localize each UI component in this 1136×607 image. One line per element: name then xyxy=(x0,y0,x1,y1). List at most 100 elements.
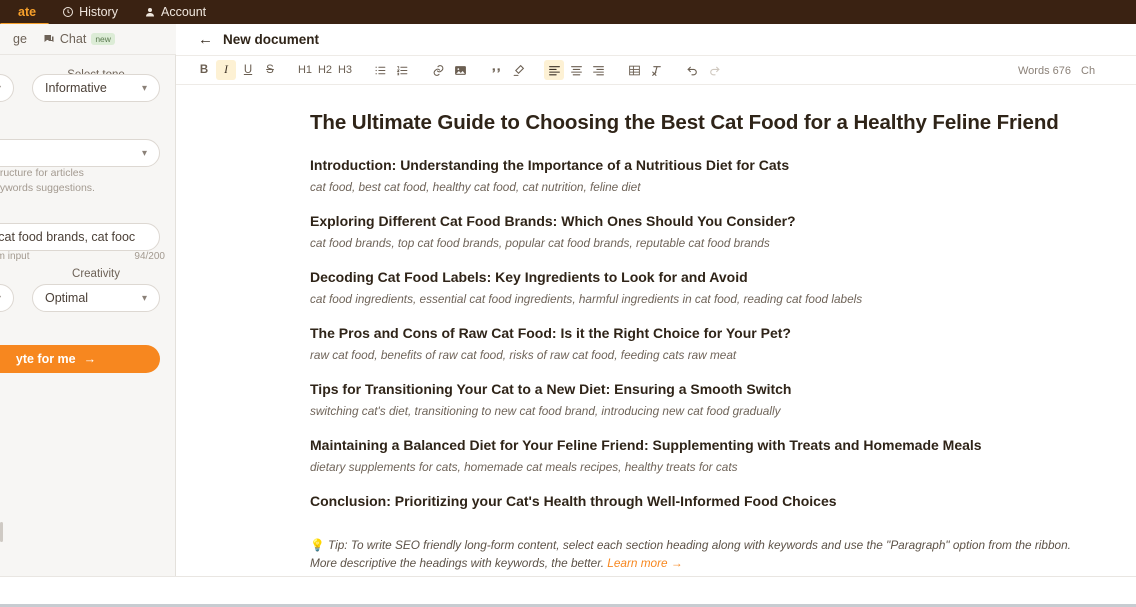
top-nav-generate-label: ate xyxy=(18,5,37,19)
document-header: ← New document xyxy=(176,24,1136,55)
back-arrow-icon[interactable]: ← xyxy=(198,32,213,47)
article-section[interactable]: Maintaining a Balanced Diet for Your Fel… xyxy=(310,437,1096,474)
chevron-down-icon: ▾ xyxy=(141,147,147,159)
highlighter-button[interactable] xyxy=(508,60,528,80)
sidebar-tab-chat-label: Chat xyxy=(59,32,87,46)
strikethrough-button[interactable]: S xyxy=(260,60,280,80)
bold-button[interactable]: B xyxy=(194,60,214,80)
link-button[interactable] xyxy=(428,60,448,80)
creativity-select-value: Optimal xyxy=(45,291,89,305)
article-section[interactable]: Exploring Different Cat Food Brands: Whi… xyxy=(310,213,1096,250)
creativity-label: Creativity xyxy=(72,268,120,280)
align-center-button[interactable] xyxy=(566,60,586,80)
sidebar-scrollbar[interactable] xyxy=(0,522,3,542)
numbered-list-button[interactable] xyxy=(392,60,412,80)
account-person-icon xyxy=(144,6,156,18)
heading-3-button[interactable]: H3 xyxy=(336,60,354,80)
top-nav-generate[interactable]: ate xyxy=(0,0,50,26)
outline-helper-line-2: d keywords suggestions. xyxy=(0,182,95,195)
section-heading[interactable]: Introduction: Understanding the Importan… xyxy=(310,157,1096,173)
quote-button[interactable] xyxy=(486,60,506,80)
sidebar-tab-bar: ge Chat new xyxy=(0,24,176,55)
history-clock-icon xyxy=(62,6,74,18)
arrow-right-icon: → xyxy=(83,352,97,366)
creativity-select[interactable]: Optimal ▾ xyxy=(32,284,160,312)
bullet-list-button[interactable] xyxy=(370,60,390,80)
learn-more-link[interactable]: Learn more → xyxy=(607,556,682,570)
editor-toolbar: B I U S H1 H2 H3 Words 676 Ch xyxy=(176,55,1136,85)
app-root: ate History Account ge Chat new Informat… xyxy=(0,0,1136,607)
chevron-down-icon: ▾ xyxy=(0,83,1,94)
undo-button[interactable] xyxy=(682,60,702,80)
document-title[interactable]: New document xyxy=(223,32,319,47)
outline-helper-text: nt structure for articles d keywords sug… xyxy=(0,166,95,196)
heading-1-button[interactable]: H1 xyxy=(296,60,314,80)
section-keywords[interactable]: switching cat's diet, transitioning to n… xyxy=(310,404,1096,418)
sidebar-tab-chat[interactable]: Chat new xyxy=(35,32,123,46)
section-keywords[interactable]: cat food ingredients, essential cat food… xyxy=(310,292,1096,306)
chat-new-badge: new xyxy=(91,33,115,45)
keywords-hint: aximum input xyxy=(0,251,30,262)
word-count-area: Words 676 Ch xyxy=(1018,56,1136,86)
sidebar-tab-image-label: ge xyxy=(13,32,27,46)
seo-tip-text: Tip: To write SEO friendly long-form con… xyxy=(310,538,1071,570)
top-navigation-bar: ate History Account xyxy=(0,0,1136,26)
section-heading[interactable]: Exploring Different Cat Food Brands: Whi… xyxy=(310,213,1096,229)
underline-button[interactable]: U xyxy=(238,60,258,80)
table-button[interactable] xyxy=(624,60,644,80)
top-nav-history[interactable]: History xyxy=(49,0,131,24)
section-heading[interactable]: Maintaining a Balanced Diet for Your Fel… xyxy=(310,437,1096,453)
chevron-down-icon: ▾ xyxy=(141,82,147,94)
outline-helper-line-1: nt structure for articles xyxy=(0,167,84,179)
creativity-secondary-select[interactable]: ▾ xyxy=(0,284,14,312)
section-keywords[interactable]: cat food brands, top cat food brands, po… xyxy=(310,236,1096,250)
image-button[interactable] xyxy=(450,60,470,80)
keywords-input[interactable]: food, cat food brands, cat fooc xyxy=(0,223,160,251)
top-nav-items: ate History Account xyxy=(0,0,219,26)
top-nav-history-label: History xyxy=(79,5,118,19)
align-right-button[interactable] xyxy=(588,60,608,80)
section-keywords[interactable]: dietary supplements for cats, homemade c… xyxy=(310,460,1096,474)
section-heading[interactable]: Decoding Cat Food Labels: Key Ingredient… xyxy=(310,269,1096,285)
bottom-strip xyxy=(0,576,1136,607)
section-heading[interactable]: Conclusion: Prioritizing your Cat's Heal… xyxy=(310,493,1096,509)
article-section[interactable]: Tips for Transitioning Your Cat to a New… xyxy=(310,381,1096,418)
article-section[interactable]: Decoding Cat Food Labels: Key Ingredient… xyxy=(310,269,1096,306)
keywords-character-count: 94/200 xyxy=(134,251,165,262)
redo-button[interactable] xyxy=(704,60,724,80)
tone-select[interactable]: Informative ▾ xyxy=(32,74,160,102)
document-canvas[interactable]: The Ultimate Guide to Choosing the Best … xyxy=(176,85,1136,576)
generate-submit-button[interactable]: yte for me → xyxy=(0,345,160,373)
generate-submit-label: yte for me xyxy=(15,352,76,366)
keywords-input-value: food, cat food brands, cat fooc xyxy=(0,230,136,244)
sidebar-tab-image[interactable]: ge xyxy=(0,32,35,46)
article-section[interactable]: Introduction: Understanding the Importan… xyxy=(310,157,1096,194)
section-heading[interactable]: Tips for Transitioning Your Cat to a New… xyxy=(310,381,1096,397)
section-keywords[interactable]: cat food, best cat food, healthy cat foo… xyxy=(310,180,1096,194)
italic-button[interactable]: I xyxy=(216,60,236,80)
keywords-meta: aximum input 94/200 xyxy=(0,251,165,262)
lightbulb-icon: 💡 xyxy=(310,538,325,552)
top-nav-account[interactable]: Account xyxy=(131,0,219,24)
generator-sidebar: Select tone ▾ Informative ▾ utline ▾ nt … xyxy=(0,55,176,576)
tone-select-value: Informative xyxy=(45,81,107,95)
top-nav-account-label: Account xyxy=(160,5,207,19)
chevron-down-icon: ▾ xyxy=(141,292,147,304)
word-count-label: Words 676 xyxy=(1018,65,1071,77)
character-count-label: Ch xyxy=(1081,65,1096,77)
align-left-button[interactable] xyxy=(544,60,564,80)
clear-format-button[interactable] xyxy=(646,60,666,80)
language-select[interactable]: ▾ xyxy=(0,74,14,102)
chevron-down-icon: ▾ xyxy=(0,293,1,304)
document-content[interactable]: The Ultimate Guide to Choosing the Best … xyxy=(176,85,1136,576)
outline-select[interactable]: utline ▾ xyxy=(0,139,160,167)
article-section[interactable]: The Pros and Cons of Raw Cat Food: Is it… xyxy=(310,325,1096,362)
heading-2-button[interactable]: H2 xyxy=(316,60,334,80)
document-editor: ← New document B I U S H1 H2 H3 Words 67… xyxy=(176,24,1136,576)
section-heading[interactable]: The Pros and Cons of Raw Cat Food: Is it… xyxy=(310,325,1096,341)
chat-bubble-icon xyxy=(43,33,55,45)
seo-tip: 💡 Tip: To write SEO friendly long-form c… xyxy=(310,537,1080,572)
section-keywords[interactable]: raw cat food, benefits of raw cat food, … xyxy=(310,348,1096,362)
article-section[interactable]: Conclusion: Prioritizing your Cat's Heal… xyxy=(310,493,1096,509)
article-title[interactable]: The Ultimate Guide to Choosing the Best … xyxy=(310,111,1096,135)
